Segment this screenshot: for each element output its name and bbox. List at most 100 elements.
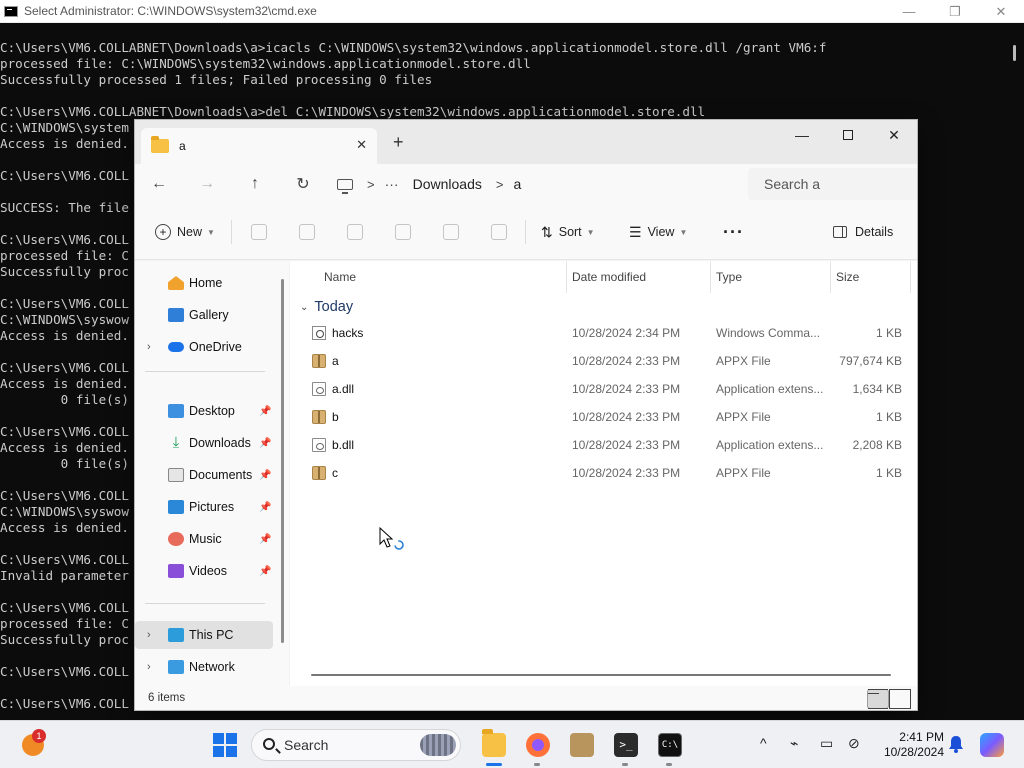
file-size: 1 KB bbox=[875, 410, 902, 424]
sidebar-item-pictures[interactable]: Pictures 📌 bbox=[135, 493, 273, 521]
table-row[interactable]: a.dll 10/28/2024 2:33 PM Application ext… bbox=[290, 375, 917, 403]
pin-icon[interactable]: 📌 bbox=[259, 502, 271, 513]
sidebar-item-desktop[interactable]: Desktop 📌 bbox=[135, 397, 273, 425]
cmd-close-button[interactable]: ✕ bbox=[978, 0, 1024, 23]
file-explorer-taskbar-icon[interactable] bbox=[482, 729, 506, 757]
display-icon[interactable]: ▭ bbox=[820, 735, 833, 752]
taskbar-search[interactable]: Search bbox=[251, 729, 461, 761]
table-row[interactable]: a 10/28/2024 2:33 PM APPX File 797,674 K… bbox=[290, 347, 917, 375]
group-header-today[interactable]: ⌄ Today bbox=[300, 295, 353, 319]
cmd-titlebar[interactable]: Select Administrator: C:\WINDOWS\system3… bbox=[0, 0, 1024, 23]
new-tab-button[interactable]: + bbox=[393, 132, 404, 153]
copy-icon[interactable] bbox=[299, 224, 315, 240]
column-divider[interactable] bbox=[830, 261, 831, 293]
view-button[interactable]: ☰ View ▼ bbox=[629, 204, 687, 260]
table-row[interactable]: b.dll 10/28/2024 2:33 PM Application ext… bbox=[290, 431, 917, 459]
sidebar-item-label: Pictures bbox=[189, 500, 235, 514]
pin-icon[interactable]: 📌 bbox=[259, 470, 271, 481]
rename-icon[interactable] bbox=[395, 224, 411, 240]
sidebar-item-gallery[interactable]: Gallery bbox=[135, 301, 273, 329]
up-button[interactable]: ↑ bbox=[231, 164, 279, 204]
column-divider[interactable] bbox=[910, 261, 911, 293]
sidebar-item-downloads[interactable]: ⤓ Downloads 📌 bbox=[135, 429, 273, 457]
share-icon[interactable] bbox=[443, 224, 459, 240]
breadcrumb-more[interactable]: ··· bbox=[385, 176, 399, 192]
chevron-right-icon[interactable]: › bbox=[147, 629, 151, 641]
forward-button[interactable]: → bbox=[183, 164, 231, 204]
cut-icon[interactable] bbox=[251, 224, 267, 240]
copilot-icon[interactable] bbox=[980, 733, 1004, 757]
table-row[interactable]: hacks 10/28/2024 2:34 PM Windows Comma..… bbox=[290, 319, 917, 347]
sidebar-item-label: Network bbox=[189, 660, 235, 674]
breadcrumb[interactable]: > ··· Downloads > a bbox=[337, 164, 737, 204]
pictures-icon bbox=[168, 500, 184, 514]
chevron-right-icon[interactable]: > bbox=[496, 177, 504, 192]
sidebar-item-home[interactable]: Home bbox=[135, 269, 273, 297]
pin-icon[interactable]: 📌 bbox=[259, 438, 271, 449]
tab-close-icon[interactable]: ✕ bbox=[356, 137, 367, 153]
start-button[interactable] bbox=[213, 733, 237, 757]
tab-a[interactable]: a ✕ bbox=[141, 128, 377, 164]
sidebar-item-onedrive[interactable]: › OneDrive bbox=[135, 333, 273, 361]
details-button[interactable]: Details bbox=[833, 204, 893, 260]
chevron-right-icon[interactable]: › bbox=[147, 341, 151, 353]
cmd-maximize-button[interactable]: ❐ bbox=[932, 0, 978, 23]
sidebar-item-videos[interactable]: Videos 📌 bbox=[135, 557, 273, 585]
chevron-right-icon[interactable]: > bbox=[367, 177, 375, 192]
sort-button[interactable]: ⇅ Sort ▼ bbox=[541, 204, 595, 260]
sidebar-item-network[interactable]: › Network bbox=[135, 653, 273, 681]
file-list[interactable]: Name Date modified Type Size ⌄ Today hac… bbox=[290, 261, 917, 686]
search-input[interactable]: Search a bbox=[748, 168, 917, 200]
sidebar-item-documents[interactable]: Documents 📌 bbox=[135, 461, 273, 489]
terminal-icon[interactable]: >_ bbox=[614, 733, 638, 757]
horizontal-scrollbar[interactable] bbox=[311, 674, 891, 676]
file-date: 10/28/2024 2:33 PM bbox=[572, 354, 681, 368]
tray-overflow-chevron-icon[interactable]: ^ bbox=[760, 735, 767, 751]
table-row[interactable]: c 10/28/2024 2:33 PM APPX File 1 KB bbox=[290, 459, 917, 487]
toolbar-divider bbox=[525, 220, 526, 244]
column-header-size[interactable]: Size bbox=[836, 261, 859, 293]
pin-icon[interactable]: 📌 bbox=[259, 534, 271, 545]
see-more-button[interactable]: ··· bbox=[723, 204, 744, 260]
pin-icon[interactable]: 📌 bbox=[259, 406, 271, 417]
back-button[interactable]: ← bbox=[135, 164, 183, 204]
file-explorer-window[interactable]: a ✕ + — ✕ ← → ↑ ↻ > ··· Downloads > a Se… bbox=[134, 119, 918, 711]
tiles-view-button[interactable] bbox=[889, 689, 911, 709]
column-divider[interactable] bbox=[710, 261, 711, 293]
notification-bell-icon[interactable] bbox=[948, 735, 964, 753]
column-header-date[interactable]: Date modified bbox=[572, 261, 646, 293]
sidebar-item-label: OneDrive bbox=[189, 340, 242, 354]
column-header-type[interactable]: Type bbox=[716, 261, 742, 293]
address-bar: ← → ↑ ↻ > ··· Downloads > a Search a bbox=[135, 164, 917, 204]
sidebar-item-thispc[interactable]: › This PC bbox=[135, 621, 273, 649]
cmd-taskbar-icon[interactable]: C:\ bbox=[658, 733, 682, 757]
chevron-right-icon[interactable]: › bbox=[147, 661, 151, 673]
table-row[interactable]: b 10/28/2024 2:33 PM APPX File 1 KB bbox=[290, 403, 917, 431]
system-clock[interactable]: 2:41 PM 10/28/2024 bbox=[874, 730, 944, 760]
nav-divider bbox=[145, 603, 265, 604]
store-icon[interactable] bbox=[570, 733, 594, 757]
column-header-name[interactable]: Name bbox=[324, 261, 356, 293]
cmd-scrollbar[interactable] bbox=[1006, 23, 1024, 720]
close-button[interactable]: ✕ bbox=[871, 120, 917, 150]
network-status-icon[interactable]: ⌁ bbox=[790, 735, 798, 752]
package-icon bbox=[312, 466, 326, 480]
paste-icon[interactable] bbox=[347, 224, 363, 240]
nav-scrollbar[interactable] bbox=[281, 279, 284, 643]
sidebar-item-music[interactable]: Music 📌 bbox=[135, 525, 273, 553]
breadcrumb-a[interactable]: a bbox=[513, 176, 521, 192]
maximize-button[interactable] bbox=[825, 120, 871, 150]
cmd-minimize-button[interactable]: — bbox=[886, 0, 932, 23]
column-divider[interactable] bbox=[566, 261, 567, 293]
volume-muted-icon[interactable]: ⊘ bbox=[848, 735, 860, 752]
refresh-button[interactable]: ↻ bbox=[279, 164, 327, 204]
pin-icon[interactable]: 📌 bbox=[259, 566, 271, 577]
delete-icon[interactable] bbox=[491, 224, 507, 240]
breadcrumb-downloads[interactable]: Downloads bbox=[413, 176, 482, 192]
details-view-button[interactable] bbox=[867, 689, 889, 709]
this-pc-icon[interactable] bbox=[337, 178, 353, 194]
minimize-button[interactable]: — bbox=[779, 120, 825, 150]
firefox-icon[interactable] bbox=[526, 733, 550, 757]
cmd-scroll-thumb[interactable] bbox=[1013, 45, 1016, 61]
new-button[interactable]: + New ▼ bbox=[155, 204, 215, 260]
